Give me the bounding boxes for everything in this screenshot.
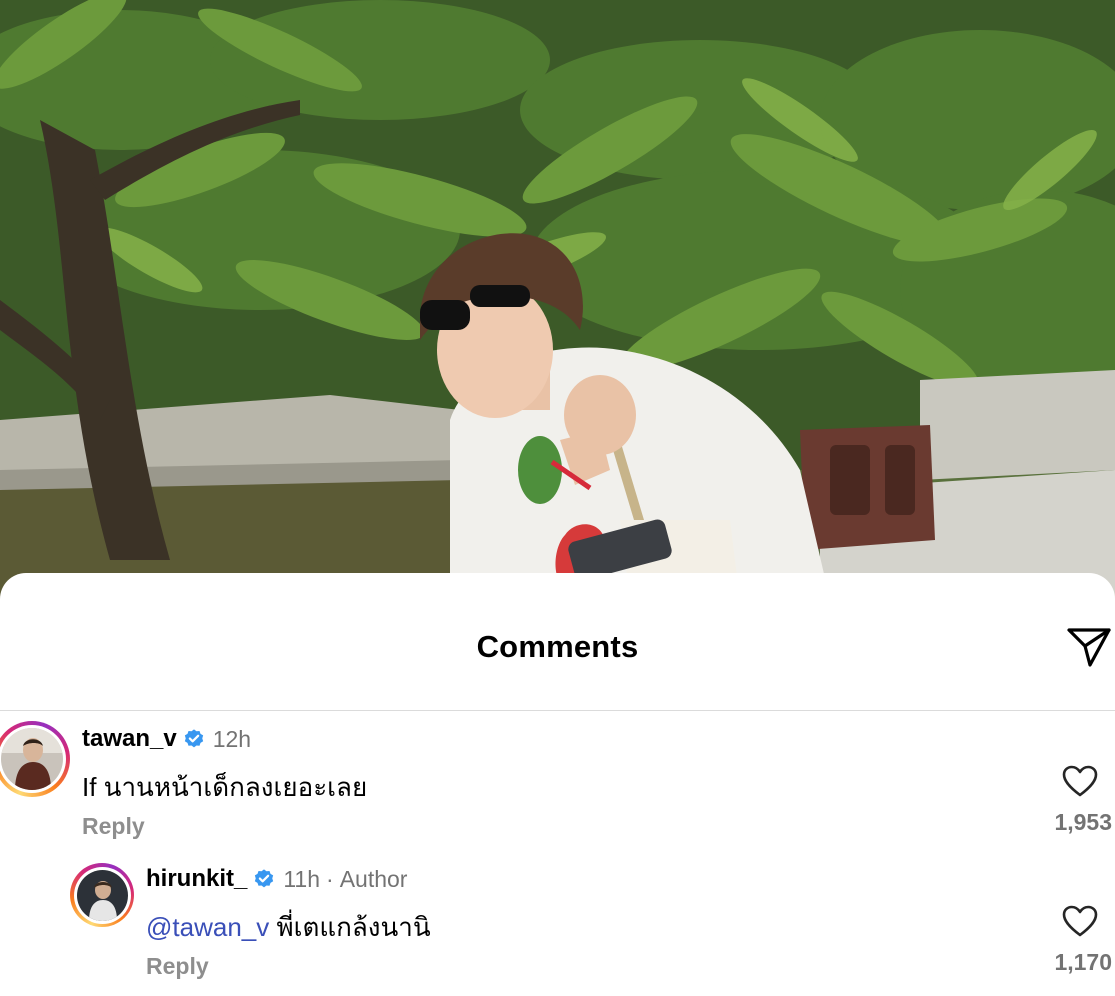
comment-text-line: @tawan_v พี่เตแกล้งนานิ xyxy=(146,907,431,948)
meta-separator: · xyxy=(326,865,334,892)
heart-icon xyxy=(1062,905,1098,937)
like-count: 1,953 xyxy=(1054,809,1112,835)
avatar-photo xyxy=(1,728,63,790)
post-photo xyxy=(0,0,1115,600)
reply-comment-item: hirunkit_ 11h · Author @tawan_v พี่เตแกล… xyxy=(0,861,1115,991)
comment-item: tawan_v 12h If นานหน้าเด็กลงเยอะเลย Repl… xyxy=(0,721,1115,851)
comment-username[interactable]: tawan_v xyxy=(82,725,177,753)
share-button[interactable] xyxy=(1064,623,1114,671)
like-button[interactable] xyxy=(1060,761,1100,801)
comments-sheet: Comments tawan_v 12h If นานหน้าเด็กลงเยอ… xyxy=(0,573,1115,996)
reply-button[interactable]: Reply xyxy=(146,953,209,980)
comment-time: 11h xyxy=(283,865,321,892)
avatar[interactable] xyxy=(70,863,134,927)
comment-text: If นานหน้าเด็กลงเยอะเลย xyxy=(82,772,368,802)
avatar[interactable] xyxy=(0,721,70,797)
comment-text: พี่เตแกล้งนานิ xyxy=(276,912,431,942)
sheet-divider xyxy=(0,710,1115,711)
verified-badge-icon xyxy=(183,728,205,750)
avatar-photo xyxy=(76,869,128,921)
sheet-title: Comments xyxy=(476,629,639,664)
photo-illustration xyxy=(0,0,1115,600)
like-button[interactable] xyxy=(1060,901,1100,941)
verified-badge-icon xyxy=(253,868,275,890)
paper-plane-icon xyxy=(1067,628,1111,667)
reply-button[interactable]: Reply xyxy=(82,813,145,840)
mention-link[interactable]: @tawan_v xyxy=(146,912,269,942)
heart-icon xyxy=(1062,765,1098,797)
comment-time: 12h xyxy=(212,725,252,752)
comment-username[interactable]: hirunkit_ xyxy=(146,865,247,893)
like-count: 1,170 xyxy=(1054,949,1112,975)
author-label: Author xyxy=(339,865,408,892)
